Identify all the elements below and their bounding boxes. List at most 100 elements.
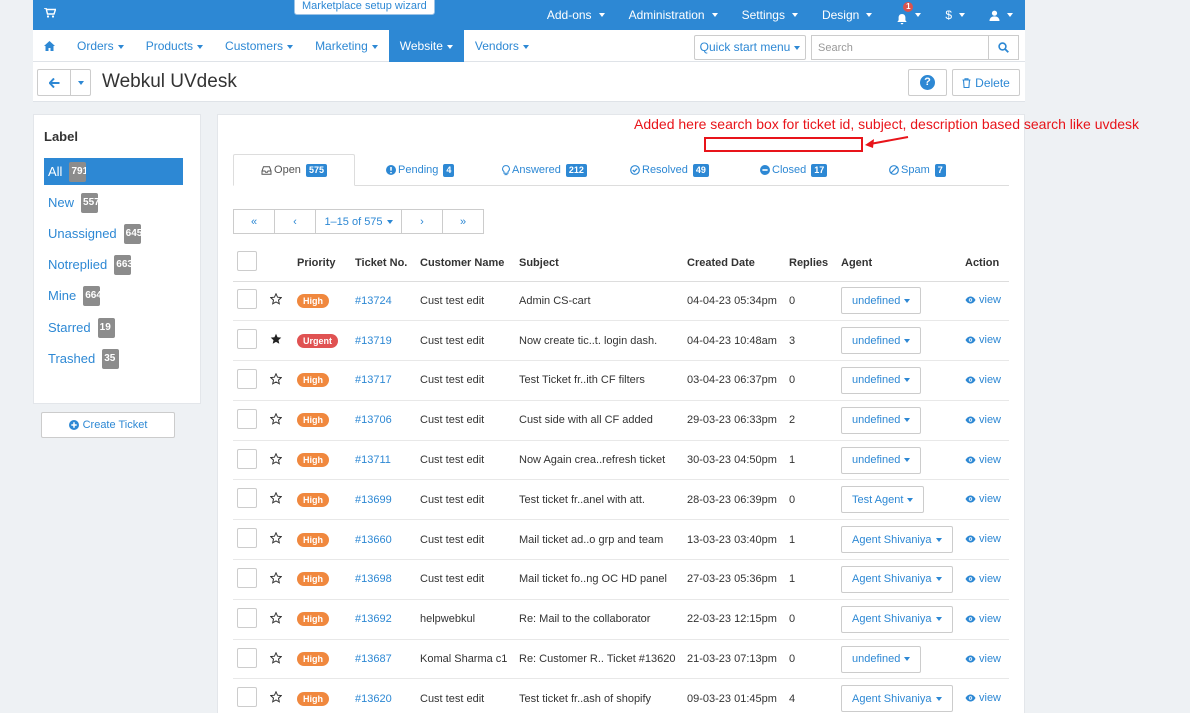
sidebar-item-unassigned[interactable]: Unassigned 645 bbox=[44, 220, 183, 247]
first-page-button[interactable]: « bbox=[233, 209, 275, 234]
ticket-number-link[interactable]: #13711 bbox=[355, 454, 391, 466]
row-checkbox[interactable] bbox=[237, 329, 257, 350]
star-outline-icon[interactable] bbox=[270, 452, 282, 465]
table-row[interactable]: High #13687 Komal Sharma c1 Re: Customer R.… bbox=[233, 639, 1009, 680]
ticket-number-link[interactable]: #13699 bbox=[355, 494, 392, 506]
ticket-number-link[interactable]: #13692 bbox=[355, 613, 392, 625]
row-checkbox[interactable] bbox=[237, 567, 257, 588]
row-checkbox[interactable] bbox=[237, 368, 257, 389]
next-page-button[interactable]: › bbox=[401, 209, 443, 234]
sidebar-item-starred[interactable]: Starred 19 bbox=[44, 314, 183, 341]
view-ticket-link[interactable]: view bbox=[965, 493, 1001, 505]
tab-open[interactable]: Open 575 bbox=[233, 154, 355, 186]
user-menu[interactable] bbox=[977, 0, 1025, 30]
view-ticket-link[interactable]: view bbox=[965, 334, 1001, 346]
ticket-number-link[interactable]: #13687 bbox=[355, 653, 392, 665]
view-ticket-link[interactable]: view bbox=[965, 414, 1001, 426]
table-row[interactable]: High #13724 Cust test edit Admin CS-cart 04-… bbox=[233, 281, 1009, 322]
select-all-checkbox[interactable] bbox=[237, 251, 257, 272]
star-outline-icon[interactable] bbox=[270, 611, 282, 624]
agent-dropdown[interactable]: Test Agent bbox=[841, 486, 925, 514]
last-page-button[interactable]: » bbox=[442, 209, 484, 234]
tab-pending[interactable]: Pending 4 bbox=[386, 154, 455, 186]
agent-dropdown[interactable]: undefined bbox=[841, 327, 922, 355]
ticket-number-link[interactable]: #13620 bbox=[355, 693, 392, 705]
view-ticket-link[interactable]: view bbox=[965, 294, 1001, 306]
table-row[interactable]: High #13717 Cust test edit Test Ticket fr..… bbox=[233, 360, 1009, 401]
nav-website[interactable]: Website bbox=[388, 30, 464, 62]
sidebar-item-mine[interactable]: Mine 664 bbox=[44, 282, 183, 309]
star-outline-icon[interactable] bbox=[270, 651, 282, 664]
setup-wizard-button[interactable]: Marketplace setup wizard bbox=[294, 0, 435, 15]
star-outline-icon[interactable] bbox=[270, 691, 282, 704]
row-checkbox[interactable] bbox=[237, 607, 257, 628]
menu-addons[interactable]: Add-ons bbox=[535, 0, 617, 30]
table-row[interactable]: High #13699 Cust test edit Test ticket fr..… bbox=[233, 479, 1009, 521]
agent-dropdown[interactable]: undefined bbox=[841, 406, 922, 434]
priority-header[interactable]: Priority bbox=[293, 245, 351, 282]
back-button[interactable] bbox=[37, 69, 71, 96]
prev-page-button[interactable]: ‹ bbox=[274, 209, 316, 234]
table-row[interactable]: High #13660 Cust test edit Mail ticket ad..… bbox=[233, 519, 1009, 561]
tab-closed[interactable]: Closed 17 bbox=[760, 154, 828, 186]
ticket-number-link[interactable]: #13698 bbox=[355, 573, 392, 585]
ticket-number-link[interactable]: #13719 bbox=[355, 335, 392, 347]
ticket-number-link[interactable]: #13724 bbox=[355, 295, 392, 307]
agent-dropdown[interactable]: undefined bbox=[841, 446, 922, 474]
star-outline-icon[interactable] bbox=[270, 293, 282, 306]
sidebar-item-notreplied[interactable]: Notreplied 663 bbox=[44, 251, 183, 278]
notifications-button[interactable]: 1 bbox=[884, 0, 933, 30]
view-ticket-link[interactable]: view bbox=[965, 454, 1001, 466]
nav-customers[interactable]: Customers bbox=[214, 30, 304, 62]
view-ticket-link[interactable]: view bbox=[965, 533, 1001, 545]
view-ticket-link[interactable]: view bbox=[965, 692, 1001, 704]
table-row[interactable]: High #13698 Cust test edit Mail ticket fo..… bbox=[233, 559, 1009, 600]
created-header[interactable]: Created Date bbox=[683, 245, 785, 282]
view-ticket-link[interactable]: view bbox=[965, 653, 1001, 665]
replies-header[interactable]: Replies bbox=[785, 245, 837, 282]
nav-marketing[interactable]: Marketing bbox=[304, 30, 389, 62]
ticket-number-link[interactable]: #13706 bbox=[355, 414, 392, 426]
nav-orders[interactable]: Orders bbox=[66, 30, 135, 62]
table-row[interactable]: High #13620 Cust test edit Test ticket fr..… bbox=[233, 678, 1009, 713]
star-outline-icon[interactable] bbox=[270, 412, 282, 425]
view-ticket-link[interactable]: view bbox=[965, 613, 1001, 625]
row-checkbox[interactable] bbox=[237, 408, 257, 429]
table-row[interactable]: Urgent #13719 Cust test edit Now create tic… bbox=[233, 320, 1009, 362]
table-row[interactable]: High #13711 Cust test edit Now Again crea..… bbox=[233, 440, 1009, 481]
cart-icon[interactable] bbox=[44, 8, 56, 18]
row-checkbox[interactable] bbox=[237, 289, 257, 310]
subject-header[interactable]: Subject bbox=[515, 245, 683, 282]
delete-button[interactable]: Delete bbox=[952, 69, 1020, 96]
star-outline-icon[interactable] bbox=[270, 532, 282, 544]
agent-dropdown[interactable]: Agent Shivaniya bbox=[841, 605, 953, 633]
ticket-number-link[interactable]: #13660 bbox=[355, 534, 392, 546]
ticket-number-link[interactable]: #13717 bbox=[355, 374, 392, 386]
sidebar-item-all[interactable]: All 791 bbox=[44, 158, 183, 185]
row-checkbox[interactable] bbox=[237, 647, 257, 668]
quick-start-menu-button[interactable]: Quick start menu bbox=[694, 35, 806, 60]
currency-menu[interactable]: $ bbox=[933, 0, 977, 30]
row-checkbox[interactable] bbox=[237, 528, 257, 549]
agent-dropdown[interactable]: undefined bbox=[841, 287, 922, 315]
tab-spam[interactable]: Spam 7 bbox=[889, 154, 946, 186]
agent-dropdown[interactable]: Agent Shivaniya bbox=[841, 685, 953, 713]
tab-answered[interactable]: Answered 212 bbox=[502, 154, 587, 186]
ticket-header[interactable]: Ticket No. bbox=[351, 245, 416, 282]
create-ticket-button[interactable]: Create Ticket bbox=[41, 412, 175, 438]
nav-products[interactable]: Products bbox=[135, 30, 214, 62]
search-input[interactable] bbox=[811, 35, 988, 60]
nav-vendors[interactable]: Vendors bbox=[464, 30, 540, 62]
nav-home[interactable] bbox=[33, 30, 66, 62]
star-outline-icon[interactable] bbox=[270, 492, 282, 505]
star-outline-icon[interactable] bbox=[270, 571, 282, 584]
tab-resolved[interactable]: Resolved 49 bbox=[630, 154, 709, 186]
back-dropdown-button[interactable] bbox=[70, 69, 91, 96]
menu-settings[interactable]: Settings bbox=[730, 0, 810, 30]
table-row[interactable]: High #13706 Cust test edit Cust side with a… bbox=[233, 400, 1009, 441]
table-row[interactable]: High #13692 helpwebkul Re: Mail to the coll… bbox=[233, 599, 1009, 640]
help-button[interactable]: ? bbox=[908, 69, 947, 96]
star-filled-icon[interactable] bbox=[270, 333, 282, 345]
agent-dropdown[interactable]: Agent Shivaniya bbox=[841, 565, 953, 593]
view-ticket-link[interactable]: view bbox=[965, 573, 1001, 585]
